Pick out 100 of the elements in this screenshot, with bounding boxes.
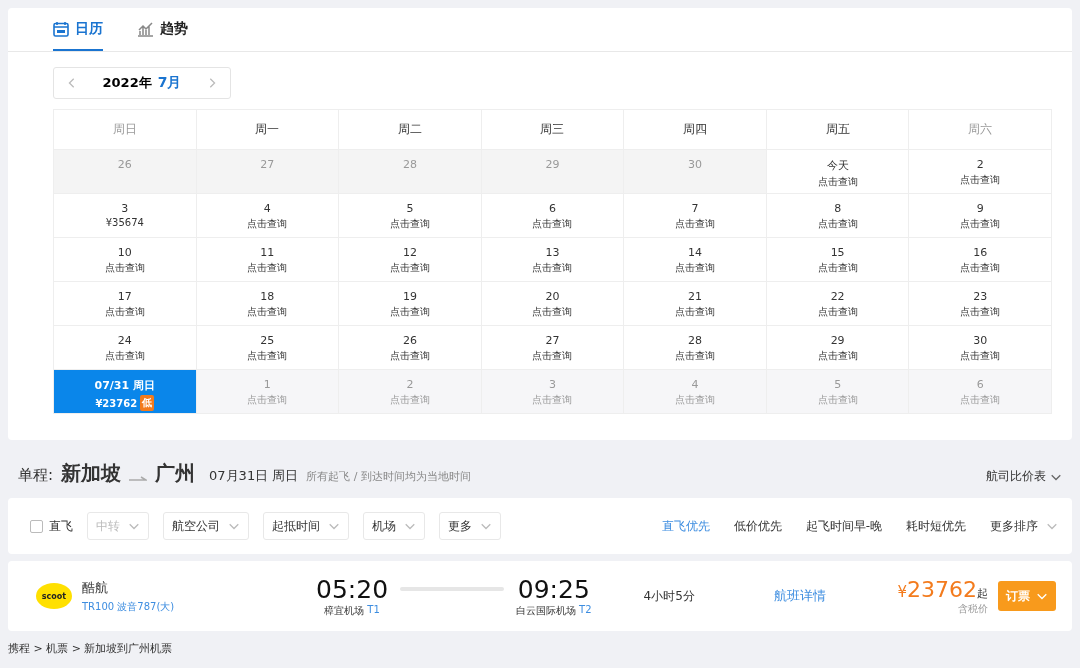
calendar-day[interactable]: 18 点击查询 bbox=[196, 282, 340, 326]
day-note: 点击查询 bbox=[675, 305, 716, 319]
calendar-day[interactable]: 11 点击查询 bbox=[196, 238, 340, 282]
day-label: 28 bbox=[688, 334, 703, 347]
calendar-icon bbox=[53, 20, 69, 37]
calendar-day[interactable]: 20 点击查询 bbox=[481, 282, 625, 326]
flight-details-link[interactable]: 航班详情 bbox=[773, 587, 894, 605]
day-label: 5 bbox=[834, 378, 842, 391]
calendar-day[interactable]: 23 点击查询 bbox=[909, 282, 1052, 326]
more-sort-dropdown[interactable]: 更多排序 bbox=[990, 517, 1058, 535]
sort-option[interactable]: 起飞时间早-晚 bbox=[805, 517, 882, 535]
calendar-day[interactable]: 9 点击查询 bbox=[909, 194, 1052, 238]
day-label: 07/31 周日 bbox=[94, 378, 155, 393]
day-note: 点击查询 bbox=[247, 261, 288, 275]
day-note: 点击查询 bbox=[817, 261, 858, 275]
day-note: 点击查询 bbox=[675, 217, 716, 231]
tab[interactable]: 趋势 bbox=[137, 8, 188, 51]
day-note: 点击查询 bbox=[817, 217, 858, 231]
day-note: 点击查询 bbox=[247, 349, 288, 363]
departure-airport: 樟宜机场 bbox=[324, 603, 365, 618]
day-label: 16 bbox=[973, 246, 988, 259]
day-note: 点击查询 bbox=[675, 261, 716, 275]
chart-icon bbox=[137, 20, 154, 37]
day-label: 10 bbox=[117, 246, 132, 259]
calendar-day[interactable]: 13 点击查询 bbox=[481, 238, 625, 282]
day-note: 点击查询 bbox=[104, 305, 145, 319]
calendar-day[interactable]: 30 点击查询 bbox=[909, 326, 1052, 370]
day-label: 27 bbox=[545, 334, 560, 347]
calendar-day[interactable]: 5 点击查询 bbox=[339, 194, 482, 238]
calendar-day[interactable]: 19 点击查询 bbox=[339, 282, 482, 326]
day-label: 29 bbox=[545, 158, 560, 171]
filter-dropdown[interactable]: 更多 bbox=[439, 512, 501, 540]
day-note: 点击查询 bbox=[675, 393, 716, 407]
day-label: 7 bbox=[691, 202, 699, 215]
day-note: 点击查询 bbox=[817, 175, 858, 189]
day-label: 30 bbox=[973, 334, 988, 347]
calendar-day[interactable]: 10 点击查询 bbox=[54, 238, 197, 282]
time-hint: 所有起飞 / 到达时间均为当地时间 bbox=[306, 469, 471, 484]
calendar-day[interactable]: 21 点击查询 bbox=[624, 282, 767, 326]
calendar-day[interactable]: 22 点击查询 bbox=[766, 282, 910, 326]
sort-option[interactable]: 直飞优先 bbox=[661, 517, 710, 535]
sort-option[interactable]: 低价优先 bbox=[733, 517, 782, 535]
calendar-day[interactable]: 今天 点击查询 bbox=[766, 150, 910, 194]
flight-duration: 4小时5分 bbox=[643, 587, 696, 605]
calendar-day[interactable]: 26 点击查询 bbox=[339, 326, 482, 370]
checkbox[interactable] bbox=[30, 519, 43, 533]
day-label: 19 bbox=[402, 290, 417, 303]
calendar-day[interactable]: 25 点击查询 bbox=[196, 326, 340, 370]
calendar-day[interactable]: 28 点击查询 bbox=[624, 326, 767, 370]
terminal-label: T1 bbox=[367, 603, 380, 617]
filter-dropdown[interactable]: 机场 bbox=[363, 512, 425, 540]
tab[interactable]: 日历 bbox=[53, 8, 103, 51]
day-label: 3 bbox=[121, 202, 129, 215]
day-label: 3 bbox=[549, 378, 556, 391]
calendar-day[interactable]: 16 点击查询 bbox=[909, 238, 1052, 282]
calendar-day[interactable]: 14 点击查询 bbox=[624, 238, 767, 282]
day-note: 点击查询 bbox=[532, 349, 573, 363]
day-label: 15 bbox=[830, 246, 845, 259]
day-note: 点击查询 bbox=[960, 217, 1001, 231]
day-note: 点击查询 bbox=[675, 349, 716, 363]
day-label: 4 bbox=[263, 202, 271, 215]
sort-option[interactable]: 耗时短优先 bbox=[906, 517, 966, 535]
day-note: 点击查询 bbox=[247, 393, 288, 407]
calendar-day[interactable]: 17 点击查询 bbox=[54, 282, 197, 326]
calendar-day[interactable]: 24 点击查询 bbox=[54, 326, 197, 370]
travel-date: 07月31日 周日 bbox=[209, 467, 299, 485]
day-label: 21 bbox=[688, 290, 703, 303]
calendar-day[interactable]: 3 ¥35674 bbox=[54, 194, 197, 238]
day-note: 点击查询 bbox=[104, 349, 145, 363]
departure-time: 05:20 bbox=[316, 574, 389, 604]
day-note: 点击查询 bbox=[817, 393, 858, 407]
day-note: 点击查询 bbox=[389, 305, 430, 319]
filter-dropdown[interactable]: 起抵时间 bbox=[263, 512, 349, 540]
flight-number: TR100 波音787(大) bbox=[82, 599, 175, 614]
day-note: 点击查询 bbox=[389, 217, 430, 231]
terminal-label: T2 bbox=[579, 603, 592, 617]
calendar-day[interactable]: 4 点击查询 bbox=[196, 194, 340, 238]
day-label: 14 bbox=[688, 246, 703, 259]
day-label: 今天 bbox=[826, 158, 849, 173]
day-note: 点击查询 bbox=[532, 305, 573, 319]
calendar-day[interactable]: 29 点击查询 bbox=[766, 326, 910, 370]
day-label: 23 bbox=[973, 290, 988, 303]
calendar-day[interactable]: 07/31 周日 ¥23762 低 bbox=[54, 370, 197, 414]
tax-note: 含税价 bbox=[958, 601, 988, 616]
direct-checkbox[interactable]: 直飞 bbox=[30, 517, 73, 535]
calendar-day[interactable]: 27 点击查询 bbox=[481, 326, 625, 370]
day-note: 点击查询 bbox=[532, 261, 573, 275]
day-note: 点击查询 bbox=[389, 349, 430, 363]
calendar-day[interactable]: 15 点击查询 bbox=[766, 238, 910, 282]
day-note: 点击查询 bbox=[960, 173, 1001, 187]
calendar-day[interactable]: 6 点击查询 bbox=[481, 194, 625, 238]
calendar-day[interactable]: 2 点击查询 bbox=[909, 150, 1052, 194]
breadcrumb: 携程 > 机票 > 新加坡到广州机票 bbox=[8, 641, 174, 656]
calendar-day[interactable]: 7 点击查询 bbox=[624, 194, 767, 238]
day-label: 27 bbox=[260, 158, 275, 171]
calendar-day[interactable]: 8 点击查询 bbox=[766, 194, 910, 238]
day-note: 点击查询 bbox=[960, 305, 1001, 319]
filter-dropdown[interactable]: 航空公司 bbox=[163, 512, 249, 540]
airline-compare-link[interactable]: 航司比价表 bbox=[986, 468, 1062, 485]
calendar-day[interactable]: 12 点击查询 bbox=[339, 238, 482, 282]
